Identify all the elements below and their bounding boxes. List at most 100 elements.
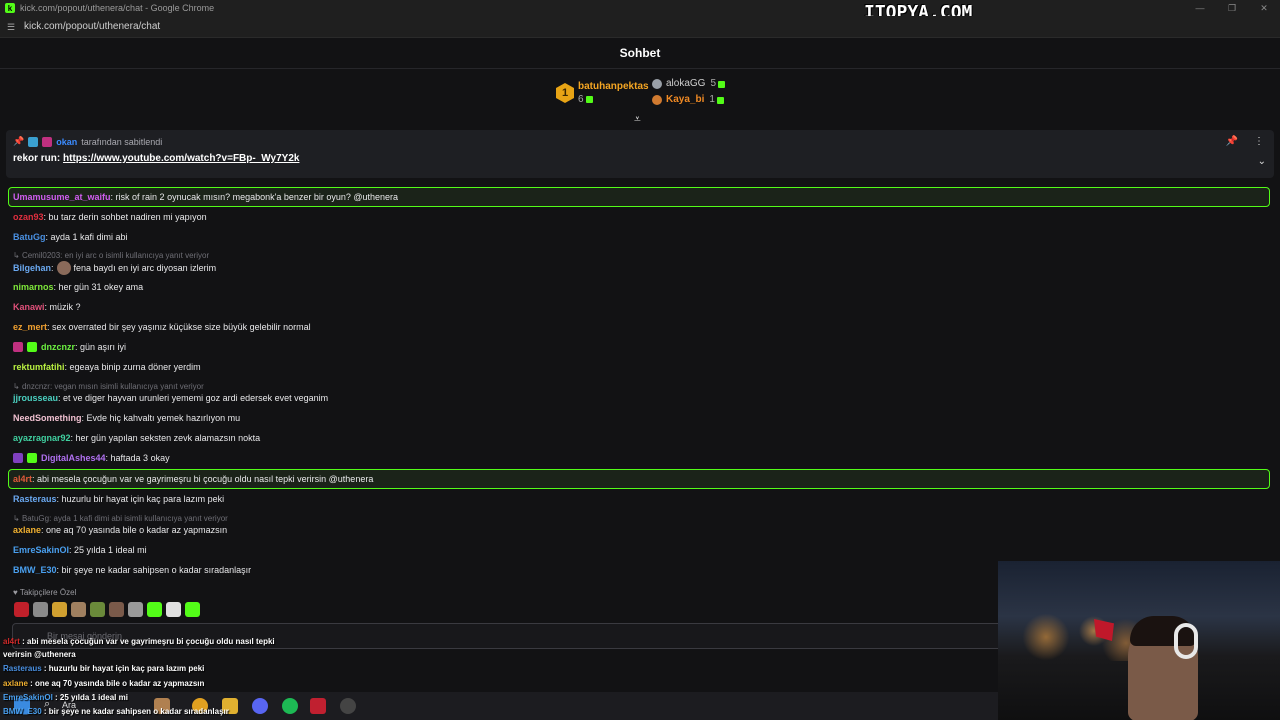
- chat-title: Sohbet: [619, 46, 661, 60]
- message-text: : sex overrated bir şey yaşınız küçükse …: [47, 322, 311, 332]
- reply-context[interactable]: ↳ dnzcnzr: vegan mısın isimli kullanıcıy…: [13, 382, 204, 391]
- message-username[interactable]: BatuGg: [13, 232, 46, 242]
- gift-icon: [585, 95, 593, 103]
- app-icon[interactable]: [310, 698, 326, 714]
- window-controls: — ❐ ✕: [1184, 0, 1280, 16]
- leaderboard-third[interactable]: Kaya_bi 1: [652, 92, 725, 108]
- reply-context[interactable]: ↳ BatuGg: ayda 1 kafi dimi abi isimli ku…: [13, 514, 228, 523]
- emote-icon[interactable]: [166, 602, 181, 617]
- address-bar[interactable]: ☰ kick.com/popout/uthenera/chat: [0, 16, 1280, 38]
- discord-icon[interactable]: [252, 698, 268, 714]
- obs-icon[interactable]: [340, 698, 356, 714]
- message-text: : her gün 31 okey ama: [53, 282, 144, 292]
- minimize-icon[interactable]: —: [1184, 0, 1216, 16]
- leaderboard-third-count: 1: [709, 94, 715, 105]
- leaderboard-second[interactable]: alokaGG 5: [652, 76, 726, 92]
- subscriber-badge-icon: [42, 136, 53, 147]
- pinned-by-user[interactable]: okan: [56, 137, 77, 147]
- gift-icon: [716, 96, 724, 104]
- emote-icon[interactable]: [33, 602, 48, 617]
- reply-context[interactable]: ↳ Cemil0203: en iyi arc o isimli kullanı…: [13, 251, 209, 260]
- message-text: : her gün yapılan seksten zevk alamazsın…: [70, 433, 261, 443]
- emote-icon[interactable]: [90, 602, 105, 617]
- expand-leaderboard-icon[interactable]: ⩡: [634, 112, 641, 127]
- window-title: kick.com/popout/uthenera/chat - Google C…: [20, 3, 215, 13]
- pinned-text: rekor run: https://www.youtube.com/watch…: [13, 153, 299, 164]
- emote-icon[interactable]: [128, 602, 143, 617]
- message-text: : gün aşırı iyi: [75, 342, 127, 352]
- message-username[interactable]: axlane: [13, 525, 41, 535]
- message-username[interactable]: ez_mert: [13, 322, 47, 332]
- emote-icon[interactable]: [147, 602, 162, 617]
- subscriber-badge-icon: [13, 342, 23, 352]
- message-username[interactable]: ayazragnar92: [13, 433, 71, 443]
- message-text: : one aq 70 yasında bile o kadar az yapm…: [41, 525, 228, 535]
- close-icon[interactable]: ✕: [1248, 0, 1280, 16]
- leaderboard-second-name[interactable]: alokaGG: [666, 76, 705, 92]
- message-text: : huzurlu bir hayat için kaç para lazım …: [56, 494, 225, 504]
- chat-message: Umamusume_at_waifu: risk of rain 2 oynuc…: [13, 192, 398, 202]
- message-username[interactable]: NeedSomething: [13, 413, 82, 423]
- message-text: : Evde hiç kahvaltı yemek hazırlıyon mu: [81, 413, 241, 423]
- message-username[interactable]: EmreSakinOl: [13, 545, 69, 555]
- chat-message: axlane: one aq 70 yasında bile o kadar a…: [13, 525, 227, 535]
- chat-message: ayazragnar92: her gün yapılan seksten ze…: [13, 433, 260, 443]
- leaderboard-third-name[interactable]: Kaya_bi: [666, 92, 704, 108]
- chat-message: dnzcnzr: gün aşırı iyi: [13, 342, 126, 352]
- message-username[interactable]: Bilgehan: [13, 263, 51, 273]
- pinned-message: 📌 okan tarafından sabitlendi rekor run: …: [6, 130, 1274, 178]
- overlay-line: verirsin @uthenera: [3, 650, 76, 659]
- message-username[interactable]: Kanawi: [13, 302, 45, 312]
- overlay-line: axlane : one aq 70 yasında bile o kadar …: [3, 679, 205, 688]
- overlay-line: EmreSakinOl : 25 yılda 1 ideal mi: [3, 693, 128, 702]
- chat-message: al4rt: abi mesela çocuğun var ve gayrime…: [13, 474, 373, 484]
- emote-icon[interactable]: [109, 602, 124, 617]
- message-username[interactable]: DigitalAshes44: [41, 453, 106, 463]
- emote-icon[interactable]: [185, 602, 200, 617]
- url-text[interactable]: kick.com/popout/uthenera/chat: [24, 21, 160, 32]
- message-username[interactable]: Rasteraus: [13, 494, 57, 504]
- emote-icon[interactable]: [71, 602, 86, 617]
- message-username[interactable]: rektumfatihi: [13, 362, 65, 372]
- message-text: : bu tarz derin sohbet nadiren mi yapıyo…: [43, 212, 207, 222]
- message-username[interactable]: ozan93: [13, 212, 44, 222]
- leaderboard-first-name[interactable]: batuhanpektas: [578, 80, 649, 93]
- unpin-icon[interactable]: 📌: [1226, 136, 1238, 147]
- chat-message: ez_mert: sex overrated bir şey yaşınız k…: [13, 322, 311, 332]
- restore-icon[interactable]: ❐: [1216, 0, 1248, 16]
- message-text: : haftada 3 okay: [105, 453, 170, 463]
- message-text: fena baydı en iyi arc diyosan izlerim: [73, 263, 217, 273]
- pinned-by-label: tarafından sabitlendi: [81, 136, 163, 147]
- subscriber-badge-icon: [13, 453, 23, 463]
- pinned-prefix: rekor run:: [13, 153, 61, 164]
- message-username[interactable]: nimarnos: [13, 282, 54, 292]
- message-text: : egeaya binip zurna döner yerdim: [64, 362, 201, 372]
- pin-icon: 📌: [13, 136, 25, 146]
- chevron-down-icon[interactable]: ⌄: [1258, 156, 1266, 167]
- message-username[interactable]: BMW_E30: [13, 565, 57, 575]
- spotify-icon[interactable]: [282, 698, 298, 714]
- gold-medal-icon: 1: [556, 83, 574, 103]
- pinned-link[interactable]: https://www.youtube.com/watch?v=FBp-_Wy7…: [63, 153, 299, 164]
- message-text: : ayda 1 kafi dimi abi: [45, 232, 128, 242]
- gifter-badge-icon: [27, 453, 37, 463]
- message-username[interactable]: jjrousseau: [13, 393, 58, 403]
- chat-message: Rasteraus: huzurlu bir hayat için kaç pa…: [13, 494, 224, 504]
- emote-icon[interactable]: [52, 602, 67, 617]
- message-text: : abi mesela çocuğun var ve gayrimeşru b…: [32, 474, 374, 484]
- message-username[interactable]: al4rt: [13, 474, 32, 484]
- chat-messages: Umamusume_at_waifu: risk of rain 2 oynuc…: [0, 178, 1280, 588]
- site-settings-icon[interactable]: ☰: [7, 22, 19, 32]
- chat-message: Bilgehan: fena baydı en iyi arc diyosan i…: [13, 261, 217, 275]
- chat-message: EmreSakinOl: 25 yılda 1 ideal mi: [13, 545, 147, 555]
- leaderboard-first[interactable]: 1 batuhanpektas 6: [556, 80, 649, 106]
- message-username[interactable]: dnzcnzr: [41, 342, 75, 352]
- message-username[interactable]: Umamusume_at_waifu: [13, 192, 111, 202]
- chat-message: BatuGg: ayda 1 kafi dimi abi: [13, 232, 128, 242]
- leaderboard-second-count: 5: [710, 78, 717, 89]
- chat-message: DigitalAshes44: haftada 3 okay: [13, 453, 170, 463]
- emote-section-label: ♥ Takipçilere Özel: [13, 588, 77, 597]
- emote-icon[interactable]: [14, 602, 29, 617]
- chat-message: BMW_E30: bir şeye ne kadar sahipsen o ka…: [13, 565, 251, 575]
- more-options-icon[interactable]: ⋮: [1254, 136, 1264, 147]
